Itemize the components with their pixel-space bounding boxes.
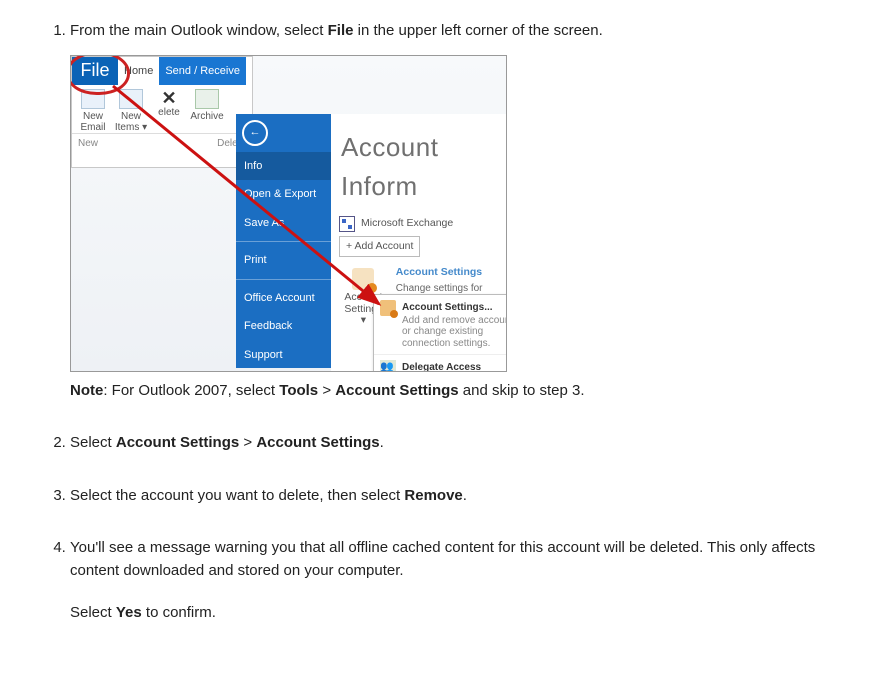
account-settings-popup: Account Settings... Add and remove accou…	[373, 294, 507, 372]
file-tab-label: File	[80, 57, 109, 84]
bs-office-account[interactable]: Office Account	[236, 284, 331, 313]
note-label: Note	[70, 382, 103, 399]
delete-x-icon: ✕	[152, 89, 186, 107]
file-tab[interactable]: File	[72, 57, 118, 85]
add-account-button[interactable]: + Add Account	[339, 236, 420, 258]
bs-feedback[interactable]: Feedback	[236, 312, 331, 341]
step-1: From the main Outlook window, select Fil…	[70, 20, 849, 402]
popup-account-settings[interactable]: Account Settings... Add and remove accou…	[374, 295, 507, 355]
note-gt1: >	[318, 382, 335, 399]
note-line: Note: For Outlook 2007, select Tools > A…	[70, 380, 849, 403]
popup-delegate-access[interactable]: Delegate Access Give others permission t…	[374, 354, 507, 372]
s2-b2: Account Settings	[256, 434, 379, 451]
s4-line1: You'll see a message warning you that al…	[70, 539, 815, 579]
popup-as-desc: Add and remove accounts or change existi…	[402, 315, 507, 350]
home-tab[interactable]: Home	[118, 57, 159, 85]
bs-support[interactable]: Support	[236, 341, 331, 370]
note-post: and skip to step 3.	[459, 382, 585, 399]
s4-l2-post: to confirm.	[142, 604, 216, 621]
archive-button[interactable]: Archive	[190, 89, 224, 133]
new-email-label: New Email	[80, 111, 105, 133]
back-arrow-icon[interactable]: ←	[242, 120, 268, 146]
note-as: Account Settings	[335, 382, 458, 399]
bs-info[interactable]: Info	[236, 152, 331, 181]
group-new-label: New	[78, 136, 98, 151]
step-4: You'll see a message warning you that al…	[70, 537, 849, 625]
s3-pre: Select the account you want to delete, t…	[70, 487, 404, 504]
account-settings-icon	[352, 268, 374, 290]
step-3: Select the account you want to delete, t…	[70, 485, 849, 508]
s3-bold: Remove	[404, 487, 462, 504]
popup-as-title: Account Settings...	[402, 300, 507, 315]
step1-bold: File	[328, 22, 354, 39]
new-items-label: New Items ▾	[115, 111, 147, 133]
screenshot-figure: File Home Send / Receive New Email New I…	[70, 55, 507, 372]
note-pre: : For Outlook 2007, select	[103, 382, 279, 399]
gear-icon	[380, 300, 396, 316]
note-tools: Tools	[279, 382, 318, 399]
account-info-title: Account Inform	[341, 128, 498, 206]
s2-gt: >	[239, 434, 256, 451]
step-2: Select Account Settings > Account Settin…	[70, 432, 849, 455]
popup-del-title: Delegate Access	[402, 360, 507, 372]
step1-post: in the upper left corner of the screen.	[353, 22, 602, 39]
as-heading: Account Settings	[396, 265, 498, 281]
bs-open-export[interactable]: Open & Export	[236, 180, 331, 209]
new-email-button[interactable]: New Email	[76, 89, 110, 133]
delegate-icon	[380, 360, 396, 372]
s2-post: .	[380, 434, 384, 451]
s3-post: .	[463, 487, 467, 504]
new-items-button[interactable]: New Items ▾	[114, 89, 148, 133]
exchange-label: Microsoft Exchange	[361, 216, 453, 232]
archive-icon	[195, 89, 219, 109]
step1-pre: From the main Outlook window, select	[70, 22, 328, 39]
send-receive-tab[interactable]: Send / Receive	[159, 57, 246, 85]
bs-save-as[interactable]: Save As	[236, 209, 331, 238]
bs-print[interactable]: Print	[236, 246, 331, 275]
s4-l2-bold: Yes	[116, 604, 142, 621]
archive-label: Archive	[190, 111, 223, 122]
items-icon	[119, 89, 143, 109]
s4-l2-pre: Select	[70, 604, 116, 621]
exchange-icon	[339, 216, 355, 232]
mail-icon	[81, 89, 105, 109]
delete-label: elete	[158, 107, 180, 118]
s2-pre: Select	[70, 434, 116, 451]
bs-options[interactable]: Options	[236, 369, 331, 372]
s2-b1: Account Settings	[116, 434, 239, 451]
delete-button[interactable]: ✕ elete	[152, 89, 186, 133]
ribbon-snippet: File Home Send / Receive New Email New I…	[71, 56, 253, 168]
backstage-menu: ← Info Open & Export Save As Print Offic…	[236, 114, 331, 368]
